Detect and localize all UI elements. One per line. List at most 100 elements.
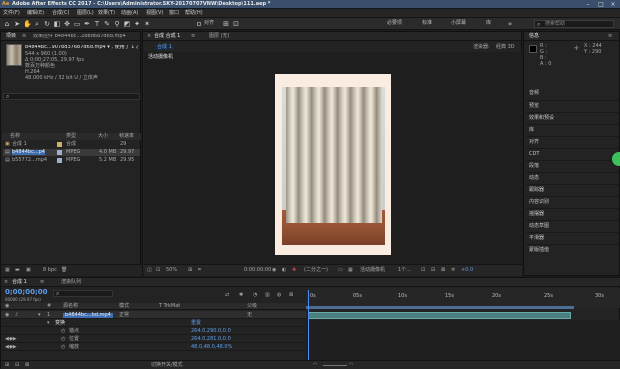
camera-tool-icon[interactable]: ◧ [53, 20, 61, 28]
workspace-small-screen[interactable]: 小屏幕 [451, 21, 466, 26]
comp-viewer[interactable]: 活动摄像机 [144, 52, 522, 264]
new-composition-icon[interactable]: ▣ [26, 268, 31, 273]
new-folder-icon[interactable]: ▬ [15, 268, 20, 273]
brush-tool-icon[interactable]: ✎ [103, 20, 111, 28]
keyframe-nav-icon[interactable]: ◀◆▶ [5, 345, 17, 350]
timeline-icon[interactable]: ⊟ [431, 268, 435, 273]
clone-stamp-icon[interactable]: ⚲ [113, 20, 121, 28]
stopwatch-icon[interactable]: ◴ [61, 337, 65, 342]
project-menu-icon[interactable]: ≡ [22, 34, 26, 39]
layer-mode[interactable]: 正常 [119, 313, 129, 318]
camera-dropdown[interactable]: 活动摄像机 [360, 268, 385, 273]
puppet-pin-icon[interactable]: ✶ [143, 20, 151, 28]
snap-icon[interactable]: ⊞ [222, 20, 230, 28]
draft-3d-icon[interactable]: ✱ [239, 293, 243, 298]
grid-icon[interactable]: ⊡ [232, 20, 240, 28]
layer-parent[interactable]: 无 [247, 313, 252, 318]
tab-effect-controls[interactable]: 效果控件 b4844bc...2b8d6b7d6d.mp4 [33, 34, 138, 39]
panel-effects-presets[interactable]: 效果和预设 [529, 116, 554, 121]
roto-brush-icon[interactable]: ✦ [133, 20, 141, 28]
zoom-in-icon[interactable]: ◠ [349, 363, 353, 368]
timeline-timecode[interactable]: 0;00;00;00 [5, 289, 48, 296]
hand-tool-icon[interactable]: ✋ [23, 20, 32, 28]
col-parent[interactable]: 父级 [247, 304, 257, 309]
property-row[interactable]: ◀◆▶ ◴ 缩放 48.0,48.0,48.0% [1, 343, 306, 351]
show-snapshot-icon[interactable]: ◐ [282, 268, 286, 273]
tab-project[interactable]: 项目 [6, 34, 16, 39]
label-color-swatch[interactable] [57, 142, 62, 147]
channel-icon[interactable]: ✚ [292, 268, 296, 273]
panel-align[interactable]: 对齐 [529, 140, 539, 145]
maximize-icon[interactable]: □ [596, 1, 606, 8]
current-time[interactable]: 0:00:00:00 [244, 268, 271, 273]
menu-layer[interactable]: 图层(L) [77, 11, 94, 16]
bpc-label[interactable]: 8 bpc [43, 268, 57, 273]
col-source-name[interactable]: 源名称 [63, 304, 78, 309]
col-name[interactable]: 名称 [10, 134, 20, 139]
comp-subtab[interactable]: 合成 1 [155, 45, 174, 50]
timeline-menu-icon[interactable]: ≡ [40, 280, 44, 285]
audio-icon[interactable]: ♪ [15, 313, 18, 318]
label-color-swatch[interactable] [57, 150, 62, 155]
panel-preview[interactable]: 预览 [529, 104, 539, 109]
toggle-switches-modes[interactable]: 切换开关/模式 [151, 363, 183, 368]
trash-icon[interactable]: 🗑 [61, 268, 67, 273]
zoom-slider[interactable] [323, 365, 347, 366]
menu-composition[interactable]: 合成(C) [52, 11, 69, 16]
resolution-icon[interactable]: ⊡ [156, 268, 160, 273]
frame-blending-icon[interactable]: ▥ [265, 293, 270, 298]
menu-window[interactable]: 窗口 [169, 11, 179, 16]
project-item[interactable]: ▣ 合成 1 合成 29 [3, 141, 140, 148]
snapshot-icon[interactable]: ◉ [272, 268, 276, 273]
comp-flowchart-icon[interactable]: ⇄ [225, 293, 229, 298]
zoom-dropdown[interactable]: 50% [166, 268, 177, 273]
close-icon[interactable]: × [608, 1, 618, 8]
panel-libraries[interactable]: 库 [529, 128, 534, 133]
text-tool-icon[interactable]: T [93, 20, 101, 28]
project-item[interactable]: ▤ b55772...mp4 MPEG 5.2 MB 29.95 [3, 157, 140, 164]
menu-animation[interactable]: 动画(A) [121, 11, 138, 16]
property-value[interactable]: 48.0,48.0,48.0% [191, 345, 232, 350]
rotate-tool-icon[interactable]: ↻ [43, 20, 51, 28]
panel-paragraph[interactable]: 段落 [529, 164, 539, 169]
label-color-swatch[interactable] [57, 158, 62, 163]
col-size[interactable]: 大小 [98, 134, 108, 139]
transparency-grid-icon[interactable]: ▦ [348, 268, 353, 273]
property-value[interactable]: 264.0,290.0,0.0 [191, 329, 231, 334]
expand-arrow-icon[interactable]: ▾ [38, 313, 41, 318]
stopwatch-icon[interactable]: ◴ [61, 329, 65, 334]
in-out-icon[interactable]: ⊠ [25, 363, 29, 368]
rectangle-tool-icon[interactable]: ▭ [73, 20, 81, 28]
workspace-standard[interactable]: 标准 [422, 21, 432, 26]
tab-timeline[interactable]: 合成 1 [12, 280, 27, 285]
close-icon[interactable]: × [4, 280, 8, 285]
menu-view[interactable]: 视图(V) [146, 11, 163, 16]
exposure-icon[interactable]: ✲ [451, 268, 455, 273]
preview-icon[interactable]: ◫ [147, 268, 152, 273]
menu-file[interactable]: 文件(F) [3, 11, 20, 16]
panel-cdt[interactable]: CDT [529, 152, 539, 157]
transfer-controls-icon[interactable]: ⊟ [15, 363, 19, 368]
minimize-icon[interactable]: – [583, 1, 593, 8]
motion-blur-icon[interactable]: ◍ [277, 293, 281, 298]
graph-editor-icon[interactable]: ⊠ [289, 293, 293, 298]
more-workspaces-icon[interactable]: » [506, 20, 514, 28]
align-checkbox[interactable] [197, 22, 201, 26]
panel-motion[interactable]: 动态 [529, 176, 539, 181]
pen-tool-icon[interactable]: ✒ [83, 20, 91, 28]
menu-edit[interactable]: 编辑(E) [27, 11, 44, 16]
stopwatch-icon[interactable]: ◴ [61, 345, 65, 350]
tab-layer[interactable]: 图层 (无) [209, 34, 230, 39]
fast-previews-icon[interactable]: ⊡ [421, 268, 425, 273]
timeline-layer-row[interactable]: ◉ ♪ ▾ 1 b4844bc...bd.mp4 正常 无 [1, 311, 306, 319]
home-icon[interactable]: ⌂ [3, 20, 11, 28]
workspace-essentials[interactable]: 必要项 [387, 21, 402, 26]
panel-tracker[interactable]: 跟踪器 [529, 188, 544, 193]
property-row[interactable]: ◀◆▶ ◴ 位置 264.0,281.0,0.0 [1, 335, 306, 343]
zoom-tool-icon[interactable]: ⌕ [33, 20, 41, 28]
reset-link[interactable]: 重置 [191, 321, 201, 326]
close-icon[interactable]: × [147, 34, 151, 39]
panel-menu-icon[interactable]: ≡ [608, 34, 612, 39]
layer-duration-bar[interactable] [308, 312, 571, 319]
resolution-dropdown[interactable]: (二分之一) [304, 268, 328, 273]
